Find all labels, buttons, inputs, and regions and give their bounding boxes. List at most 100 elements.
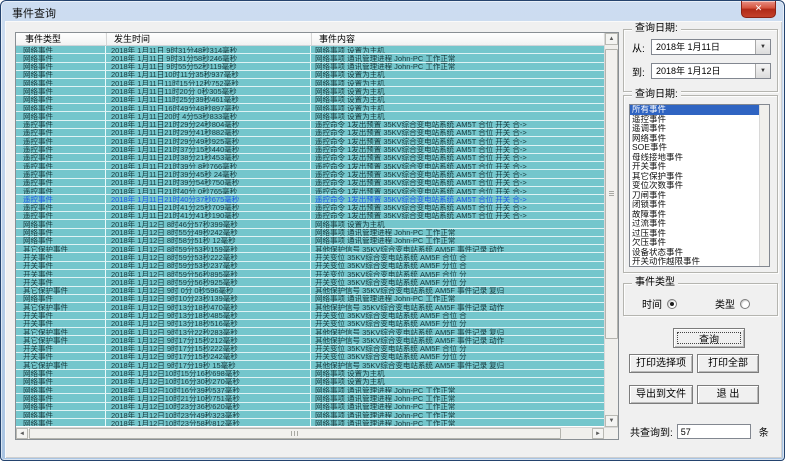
chevron-down-icon[interactable]: ▼ [755,40,770,54]
list-item[interactable]: 闭锁事件 [630,200,759,210]
table-row[interactable]: 网络事件 2018年 1月12日10时23分49秒323毫秒 网络事项 通讯管理… [16,411,604,419]
table-row[interactable]: 网络事件 2018年 1月12日10时16分30秒270毫秒 网络事项 设置为主… [16,378,604,386]
table-row[interactable]: 网络事件 2018年 1月11日20时 4分53秒833毫秒 网络事项 设置为主… [16,112,604,120]
cell-content: 网络事项 设置为主机 [311,370,604,377]
table-row[interactable]: 遥控事件 2018年 1月11日21时41分25秒709毫秒 遥控命令 1发出预… [16,204,604,212]
radio-type-label: 类型 [715,296,735,311]
scroll-down-icon[interactable]: ▼ [605,415,618,427]
print-all-button[interactable]: 打印全部 [697,354,759,373]
list-item[interactable]: 其它保护事件 [630,172,759,182]
cell-time: 2018年 1月11日21时37分15秒440毫秒 [106,146,311,153]
table-row[interactable]: 开关事件 2018年 1月12日 9时17分15秒222毫秒 开关变位 35KV… [16,345,604,353]
listbox-scrollbar[interactable] [759,105,769,266]
scroll-up-icon[interactable]: ▲ [605,33,618,45]
table-row[interactable]: 遥控事件 2018年 1月11日21时37分15秒440毫秒 遥控命令 1发出预… [16,146,604,154]
table-row[interactable]: 遥控事件 2018年 1月11日21时39分45秒 24毫秒 遥控命令 1发出预… [16,170,604,178]
chevron-down-icon[interactable]: ▼ [755,64,770,78]
table-row[interactable]: 其它保护事件 2018年 1月12日 9时17分19秒 15毫秒 其他保护信号 … [16,361,604,369]
table-row[interactable]: 开关事件 2018年 1月12日 8时59分56秒925毫秒 开关变位 35KV… [16,278,604,286]
horizontal-scroll-thumb[interactable] [29,428,561,439]
cell-content: 网络事项 通讯管理进程 John-PC 工作正常 [311,411,604,418]
list-item[interactable]: 欠压事件 [630,238,759,248]
export-to-file-button[interactable]: 导出到文件 [629,385,693,404]
table-row[interactable]: 网络事件 2018年 1月12日 8时46分57秒399毫秒 网络事项 设置为主… [16,220,604,228]
table-row[interactable]: 其它保护事件 2018年 1月12日 8时59分53秒159毫秒 其他保护信号 … [16,245,604,253]
list-item[interactable]: 变位次数事件 [630,181,759,191]
list-item[interactable]: 所有事件 [630,105,759,115]
table-row[interactable]: 遥控事件 2018年 1月11日21时39分54秒750毫秒 遥控命令 1发出预… [16,179,604,187]
table-row[interactable]: 开关事件 2018年 1月12日 8时59分53秒237毫秒 开关变位 35KV… [16,262,604,270]
list-item[interactable]: 刀闸事件 [630,191,759,201]
table-row[interactable]: 遥控事件 2018年 1月11日21时29分49秒925毫秒 遥控命令 1发出预… [16,137,604,145]
table-row[interactable]: 网络事件 2018年 1月11日11时25分39秒461毫秒 网络事项 设置为主… [16,96,604,104]
table-row[interactable]: 其它保护事件 2018年 1月12日 9时17分15秒212毫秒 其他保护信号 … [16,336,604,344]
table-row[interactable]: 网络事件 2018年 1月12日10时23分58秒812毫秒 网络事项 通讯管理… [16,419,604,426]
cell-content: 其他保护信号 35KV综合变电站系统 AM5F 事件记录 动作 [311,303,604,310]
table-row[interactable]: 网络事件 2018年 1月11日 9时31分48秒314毫秒 网络事项 设置为主… [16,46,604,54]
vertical-scrollbar[interactable]: ▲ ▼ [604,33,618,427]
table-row[interactable]: 开关事件 2018年 1月12日 9时13分18秒516毫秒 开关变位 35KV… [16,320,604,328]
scroll-right-icon[interactable]: ► [592,428,604,439]
query-button[interactable]: 查询 [673,328,745,348]
table-row[interactable]: 遥控事件 2018年 1月11日21时40分37秒675毫秒 遥控命令 1发出预… [16,195,604,203]
table-row[interactable]: 网络事件 2018年 1月11日10时11分35秒937毫秒 网络事项 设置为主… [16,71,604,79]
table-row[interactable]: 网络事件 2018年 1月11日11时15分12秒752毫秒 网络事项 设置为主… [16,79,604,87]
table-row[interactable]: 遥控事件 2018年 1月11日21时40分 0秒765毫秒 遥控命令 1发出预… [16,187,604,195]
list-item[interactable]: 过流事件 [630,219,759,229]
radio-type[interactable] [740,299,750,309]
table-row[interactable]: 遥控事件 2018年 1月11日21时29分24秒804毫秒 遥控命令 1发出预… [16,121,604,129]
list-item[interactable]: 开关事件 [630,162,759,172]
column-header-time[interactable]: 发生时间 [106,33,311,45]
table-row[interactable]: 网络事件 2018年 1月11日 9时31分58秒246毫秒 网络事项 通讯管理… [16,54,604,62]
vertical-scroll-track[interactable] [605,45,618,415]
from-date-combo[interactable]: 2018年 1月11日 ▼ [651,39,771,55]
table-row[interactable]: 网络事件 2018年 1月12日 9时10分23秒139毫秒 网络事项 通讯管理… [16,295,604,303]
table-row[interactable]: 网络事件 2018年 1月12日10时16分39秒537毫秒 网络事项 通讯管理… [16,386,604,394]
table-row[interactable]: 遥控事件 2018年 1月11日21时39分 8秒766毫秒 遥控命令 1发出预… [16,162,604,170]
scroll-left-icon[interactable]: ◄ [16,428,28,439]
print-selected-button[interactable]: 打印选择项 [629,354,693,373]
horizontal-scroll-track[interactable] [28,428,592,439]
table-row[interactable]: 其它保护事件 2018年 1月12日 9时13分22秒283毫秒 其他保护信号 … [16,328,604,336]
cell-type: 遥控事件 [18,212,106,219]
table-row[interactable]: 网络事件 2018年 1月12日 8时58分51秒 12毫秒 网络事项 通讯管理… [16,237,604,245]
table-row[interactable]: 网络事件 2018年 1月11日16时49分48秒897毫秒 网络事项 设置为主… [16,104,604,112]
table-row[interactable]: 开关事件 2018年 1月12日 9时17分15秒242毫秒 开关变位 35KV… [16,353,604,361]
table-row[interactable]: 遥控事件 2018年 1月11日21时38分21秒453毫秒 遥控命令 1发出预… [16,154,604,162]
table-row[interactable]: 网络事件 2018年 1月12日10时23分36秒620毫秒 网络事项 通讯管理… [16,403,604,411]
table-row[interactable]: 遥控事件 2018年 1月11日21时29分41秒882毫秒 遥控命令 1发出预… [16,129,604,137]
table-row[interactable]: 网络事件 2018年 1月11日 9时55分52秒119毫秒 网络事项 通讯管理… [16,63,604,71]
table-row[interactable]: 网络事件 2018年 1月12日 8时55分49秒242毫秒 网络事项 通讯管理… [16,229,604,237]
table-row[interactable]: 网络事件 2018年 1月12日10时15分16秒698毫秒 网络事项 设置为主… [16,370,604,378]
cell-type: 网络事件 [18,229,106,236]
horizontal-scrollbar[interactable]: ◄ ► [16,427,618,439]
column-header-content[interactable]: 事件内容 [311,33,604,45]
table-row[interactable]: 网络事件 2018年 1月11日11时20分 0秒305毫秒 网络事项 设置为主… [16,87,604,95]
total-count-input[interactable] [677,424,751,439]
list-item[interactable]: 开关动作越限事件 [630,257,759,266]
list-item[interactable]: 遥控事件 [630,115,759,125]
list-item[interactable]: SOE事件 [630,143,759,153]
table-row[interactable]: 遥控事件 2018年 1月11日21时41分41秒190毫秒 遥控命令 1发出预… [16,212,604,220]
radio-time[interactable] [667,299,677,309]
table-row[interactable]: 其它保护事件 2018年 1月12日 9时13分18秒470毫秒 其他保护信号 … [16,303,604,311]
list-item[interactable]: 遥调事件 [630,124,759,134]
exit-button[interactable]: 退 出 [697,385,759,404]
titlebar[interactable]: 事件查询 ✕ [1,1,784,21]
list-item[interactable]: 设备状态事件 [630,248,759,258]
vertical-scroll-thumb[interactable] [605,49,618,339]
list-item[interactable]: 母线接地事件 [630,153,759,163]
table-row[interactable]: 其它保护事件 2018年 1月12日 9时 0分 0秒596毫秒 其他保护信号 … [16,287,604,295]
list-item[interactable]: 网络事件 [630,134,759,144]
list-item[interactable]: 故障事件 [630,210,759,220]
cell-content: 网络事项 通讯管理进程 John-PC 工作正常 [311,419,604,426]
table-row[interactable]: 开关事件 2018年 1月12日 8时59分56秒895毫秒 开关变位 35KV… [16,270,604,278]
table-row[interactable]: 网络事件 2018年 1月12日10时21分10秒751毫秒 网络事项 通讯管理… [16,394,604,402]
close-button[interactable]: ✕ [741,1,776,18]
column-header-type[interactable]: 事件类型 [18,33,106,45]
to-date-combo[interactable]: 2018年 1月12日 ▼ [651,63,771,79]
table-row[interactable]: 开关事件 2018年 1月12日 9时13分18秒485毫秒 开关变位 35KV… [16,312,604,320]
table-row[interactable]: 开关事件 2018年 1月12日 8时59分53秒222毫秒 开关变位 35KV… [16,253,604,261]
cell-type: 开关事件 [18,270,106,277]
list-item[interactable]: 过压事件 [630,229,759,239]
